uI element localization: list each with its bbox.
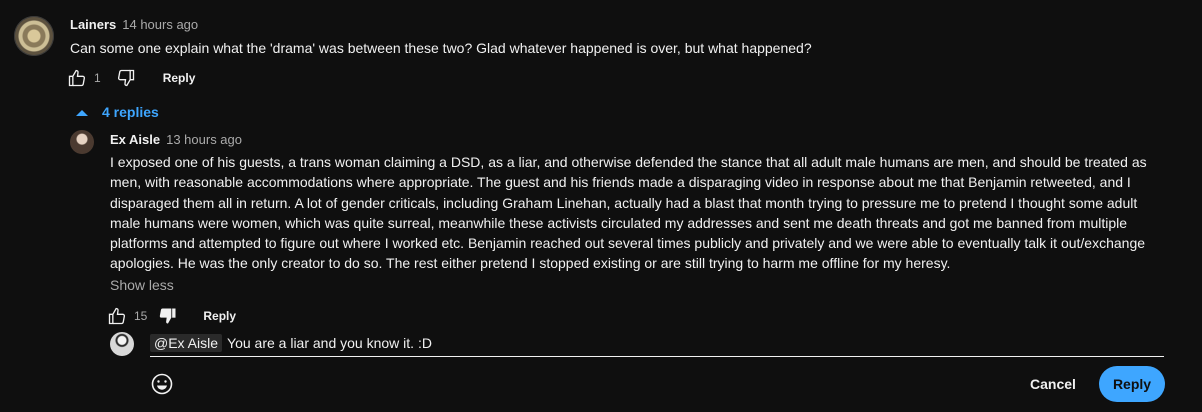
reply-reply-button[interactable]: Reply [203, 309, 236, 323]
reply-input-text[interactable]: You are a liar and you know it. :D [227, 335, 432, 351]
comment-header: Lainers 14 hours ago [70, 17, 198, 32]
thumbs-down-icon[interactable] [115, 67, 137, 89]
reply-text-line: men, with reasonable accommodations wher… [110, 174, 1131, 191]
chevron-up-icon [76, 104, 88, 120]
comment-time[interactable]: 14 hours ago [122, 17, 198, 32]
emoji-icon[interactable] [151, 373, 173, 395]
thumbs-up-icon[interactable] [66, 67, 88, 89]
reply-input-content[interactable]: @Ex Aisle You are a liar and you know it… [150, 332, 1164, 354]
comment-like-count: 1 [94, 71, 101, 85]
thumbs-up-icon[interactable] [106, 305, 128, 327]
thumbs-down-icon[interactable] [157, 305, 179, 327]
current-user-avatar [110, 332, 134, 356]
comment-reply-button[interactable]: Reply [163, 71, 196, 85]
comment-text: Can some one explain what the 'drama' wa… [70, 40, 812, 56]
reply-header: Ex Aisle 13 hours ago [110, 132, 242, 147]
cancel-button[interactable]: Cancel [1014, 366, 1092, 402]
commenter-avatar[interactable] [14, 16, 54, 56]
reply-input[interactable]: @Ex Aisle You are a liar and you know it… [150, 332, 1164, 357]
replies-count-label: 4 replies [102, 104, 159, 120]
reply-text-line: I exposed one of his guests, a trans wom… [110, 154, 1147, 170]
reply-text: I exposed one of his guests, a trans wom… [110, 152, 1185, 274]
reply-like-count: 15 [134, 309, 148, 323]
reply-text-line: male humans were women, which was quite … [110, 214, 1128, 231]
mention-chip[interactable]: @Ex Aisle [150, 334, 223, 352]
reply-actions: 15 Reply [106, 305, 236, 327]
comment-actions: 1 Reply [66, 67, 195, 89]
replies-toggle[interactable]: 4 replies [76, 102, 159, 122]
reply-text-line: disparaged them all in return. A lot of … [110, 194, 1138, 211]
show-less-button[interactable]: Show less [110, 277, 174, 293]
reply-author[interactable]: Ex Aisle [110, 132, 160, 147]
reply-text-line: apologies. He was the only creator to do… [110, 255, 951, 272]
reply-author-avatar[interactable] [70, 130, 94, 154]
comment-author[interactable]: Lainers [70, 17, 116, 32]
reply-time[interactable]: 13 hours ago [166, 132, 242, 147]
submit-reply-button[interactable]: Reply [1099, 366, 1165, 402]
reply-text-line: platforms and attempted to figure out wh… [110, 235, 1146, 252]
